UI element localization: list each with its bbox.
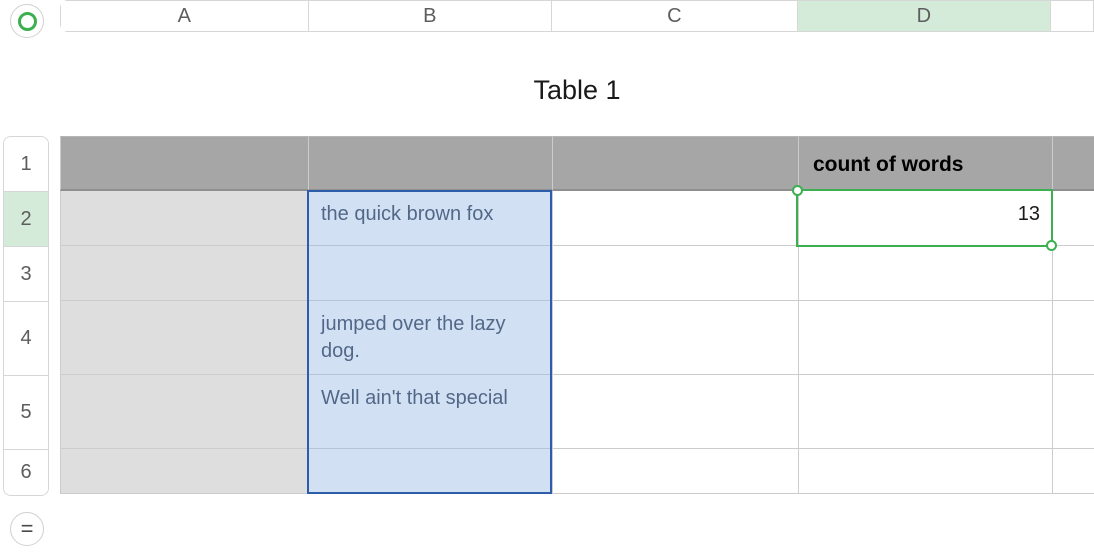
- table-row: the quick brown fox 13: [60, 191, 1094, 246]
- column-header-B[interactable]: B: [309, 1, 553, 31]
- cell-B5[interactable]: Well ain't that special: [308, 375, 552, 449]
- cell-text: 13: [799, 191, 1052, 238]
- table-row: jumped over the lazy dog.: [60, 301, 1094, 375]
- cell-D2[interactable]: 13: [798, 191, 1052, 246]
- cell-trail-1[interactable]: [1052, 136, 1094, 191]
- spreadsheet-grid[interactable]: count of words the quick brown fox 13 jumpe…: [60, 136, 1094, 494]
- cell-B3[interactable]: [308, 246, 552, 301]
- row-header-3[interactable]: 3: [4, 247, 48, 302]
- cell-C5[interactable]: [552, 375, 798, 449]
- table-row: [60, 246, 1094, 301]
- cell-D1[interactable]: count of words: [798, 136, 1052, 191]
- column-header-D[interactable]: D: [798, 1, 1052, 31]
- cell-text: the quick brown fox: [309, 191, 552, 238]
- cell-text: Well ain't that special: [309, 375, 552, 422]
- cell-A6[interactable]: [60, 449, 308, 494]
- cell-B2[interactable]: the quick brown fox: [308, 191, 552, 246]
- cell-trail-6[interactable]: [1052, 449, 1094, 494]
- cell-D3[interactable]: [798, 246, 1052, 301]
- cell-C2[interactable]: [552, 191, 798, 246]
- row-header-1[interactable]: 1: [4, 137, 48, 192]
- cell-C6[interactable]: [552, 449, 798, 494]
- cell-B6[interactable]: [308, 449, 552, 494]
- column-header-trail[interactable]: [1051, 1, 1093, 31]
- cell-C4[interactable]: [552, 301, 798, 375]
- cell-trail-3[interactable]: [1052, 246, 1094, 301]
- circle-icon: [18, 12, 37, 31]
- select-all-button[interactable]: [10, 4, 44, 38]
- column-header-A[interactable]: A: [61, 1, 309, 31]
- cell-trail-4[interactable]: [1052, 301, 1094, 375]
- cell-D5[interactable]: [798, 375, 1052, 449]
- cell-B4[interactable]: jumped over the lazy dog.: [308, 301, 552, 375]
- table-row: count of words: [60, 136, 1094, 191]
- table-row: [60, 449, 1094, 494]
- cell-A1[interactable]: [60, 136, 308, 191]
- cell-A5[interactable]: [60, 375, 308, 449]
- cell-C3[interactable]: [552, 246, 798, 301]
- cell-trail-5[interactable]: [1052, 375, 1094, 449]
- row-header-4[interactable]: 4: [4, 302, 48, 376]
- cell-trail-2[interactable]: [1052, 191, 1094, 246]
- cell-A3[interactable]: [60, 246, 308, 301]
- column-headers: ABCD: [60, 0, 1094, 32]
- cell-B1[interactable]: [308, 136, 552, 191]
- cell-A4[interactable]: [60, 301, 308, 375]
- table-row: Well ain't that special: [60, 375, 1094, 449]
- row-header-5[interactable]: 5: [4, 376, 48, 450]
- column-header-C[interactable]: C: [552, 1, 798, 31]
- cell-A2[interactable]: [60, 191, 308, 246]
- cell-D6[interactable]: [798, 449, 1052, 494]
- cell-text: count of words: [799, 137, 1052, 193]
- formula-button[interactable]: =: [10, 512, 44, 546]
- cell-text: jumped over the lazy dog.: [309, 301, 552, 375]
- cell-C1[interactable]: [552, 136, 798, 191]
- table-title[interactable]: Table 1: [60, 60, 1094, 120]
- cell-D4[interactable]: [798, 301, 1052, 375]
- equals-icon: =: [21, 516, 34, 542]
- row-header-2[interactable]: 2: [4, 192, 48, 247]
- row-headers: 123456: [3, 136, 49, 496]
- row-header-6[interactable]: 6: [4, 450, 48, 495]
